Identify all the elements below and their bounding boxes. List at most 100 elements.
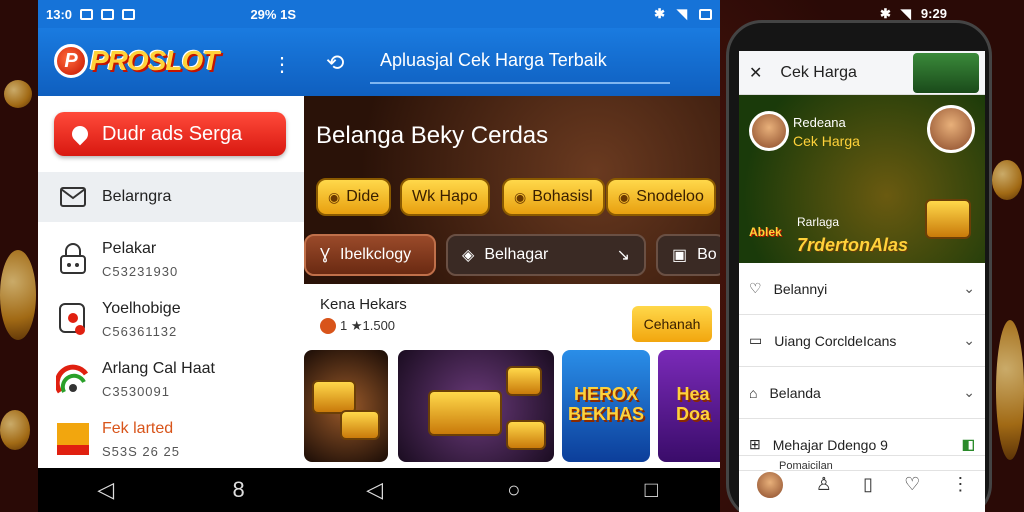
tab-item[interactable]: ▣ Bo [656,234,720,276]
chip-filter[interactable]: ◉ Snodeloo [606,178,716,216]
hero-subtitle: Cek Harga [793,133,860,149]
notification-icon [80,8,94,20]
notification-icon [122,8,136,20]
status-right: 29% 1S [250,6,296,22]
tab-item[interactable]: ◈ Belhagar ↘ [446,234,646,276]
tab-item[interactable]: Ɣ Ibelkclogy [304,234,436,276]
book-icon[interactable]: ▯ [863,474,873,495]
chest-icon [428,390,502,436]
avatar [927,105,975,153]
back-nav-button[interactable]: ◁ [366,477,383,503]
wifi-icon: ◥ [677,6,687,21]
menu-item-fek[interactable]: Fek larted S53S 26 25 [38,412,304,466]
list-item-label: Uiang CorcldeIcans [774,332,897,349]
promo-meta: 1 ★1.500 [320,318,395,334]
menu-item-pelakar[interactable]: Pelakar C53231930 [38,232,304,286]
share-icon[interactable]: ⋮ [272,52,292,77]
tag-icon: ◉ [328,188,341,205]
back-icon[interactable]: ⟲ [326,50,344,76]
tag-icon: ◉ [514,188,527,205]
recents-nav-button[interactable]: □ [645,477,658,503]
arrow-icon: ↘ [616,247,630,264]
menu-item-subtitle: C53231930 [102,263,179,279]
hero-banner: Belanga Beky Cerdas ◉ Dide Wk Hapo ◉ Bohas… [304,96,720,284]
menu-item-belanja[interactable]: Belarngra [38,172,304,222]
list-item[interactable]: ▭ Uiang CorcldeIcans ⌄ [739,315,985,367]
more-icon[interactable]: ⋮ [951,474,969,495]
status-time: 13:0 [46,6,73,22]
chip-filter[interactable]: ◉ Dide [316,178,392,216]
chevron-down-icon: ⌄ [963,384,975,400]
list-item-label: Mehajar Ddengo 9 [772,436,888,453]
heart-icon: ♡ [749,280,762,296]
game-title: HEROX BEKHAS [567,384,644,424]
phone-screen: ✕ Cek Harga Redeana Cek Harga Ablek Rarl… [739,51,985,512]
game-tile[interactable]: HEROX BEKHAS [562,350,650,462]
chip-label: Dide [346,188,380,205]
promo-button[interactable]: Cehanah [632,306,712,342]
coin-icon [320,318,336,334]
chart-icon [56,362,90,396]
search-input[interactable]: Apluasjal Cek Harga Terbaik [370,38,670,84]
game-tile[interactable] [304,350,388,462]
hero-title: Redeana [793,115,846,130]
thumbnail-image [913,53,979,93]
chip-filter[interactable]: ◉ Bohasisl [502,178,605,216]
hero-title: Belanga Beky Cerdas [316,122,549,149]
person-icon[interactable]: ♙ [816,474,832,495]
back-nav-button[interactable]: ◁ [97,477,114,503]
game-tile[interactable] [398,350,554,462]
system-nav-bar: ◁ ○ □ [304,468,720,512]
search-price-label: Dudr ads Serga [102,122,243,145]
bluetooth-icon: ✱ [654,6,665,21]
box-icon: ▣ [672,247,688,264]
list-item-label: Belanda [769,384,821,401]
chest-icon [340,410,380,440]
card-icon: ▭ [749,332,763,348]
grid-icon: ⊞ [749,436,761,452]
menu-item-subtitle: C56361132 [102,323,178,339]
list-item[interactable]: ⌂ Belanda ⌄ [739,367,985,419]
promo-rating: 1 ★1.500 [340,318,396,333]
hero-promo-title: 7rdertonAlas [797,235,909,255]
hero-badge: Ablek [749,225,782,239]
battery-icon [699,8,712,20]
logo-mark: P [54,44,88,78]
menu-item-title: Fek larted [102,419,174,437]
bg-coin [0,410,30,450]
avatar[interactable] [754,469,785,500]
menu-item-yoelhobige[interactable]: Yoelhobige C56361132 [38,292,304,346]
proslot-logo[interactable]: P PROSLOT [54,44,219,78]
tab-label: Ibelkclogy [339,246,412,263]
chest-icon [312,380,356,414]
chest-icon [925,199,971,239]
menu-item-subtitle: C3530091 [102,383,170,399]
heart-icon[interactable]: ♡ [904,474,920,495]
chip-label: Snodeloo [636,188,704,205]
pin-icon [56,302,90,336]
hero-banner: Redeana Cek Harga Ablek Rarlaga 7rderton… [739,95,985,263]
menu-item-title: Arlang Cal Haat [102,359,215,377]
app-header: P PROSLOT ⋮ [38,28,304,96]
chip-label: Bohasisl [532,188,593,205]
screen-title: Cek Harga [780,63,857,81]
close-icon[interactable]: ✕ [749,63,762,83]
chest-icon [506,420,546,450]
search-header: ⟲ Apluasjal Cek Harga Terbaik [304,28,720,96]
menu-item-arlang[interactable]: Arlang Cal Haat C3530091 [38,352,304,406]
chevron-down-icon: ⌄ [963,332,975,348]
chest-icon [506,366,542,396]
home-nav-button[interactable]: 8 [233,477,245,503]
home-nav-button[interactable]: ○ [507,477,520,503]
screen-header: ✕ Cek Harga [739,51,985,95]
search-price-button[interactable]: Dudr ads Serga [54,112,286,156]
tab-label: Belhagar [484,246,549,263]
home-icon: ⌂ [749,384,758,401]
chevron-down-icon: ⌄ [963,280,975,296]
chip-filter[interactable]: Wk Hapo [400,178,490,216]
promo-card: Kena Hekars 1 ★1.500 Cehanah [304,284,720,350]
game-tile[interactable]: Hea Doa [658,350,720,462]
list-item[interactable]: ♡ Belannyi ⌄ [739,263,985,315]
bg-coin [4,80,32,108]
menu-item-subtitle: S53S 26 25 [102,443,180,459]
